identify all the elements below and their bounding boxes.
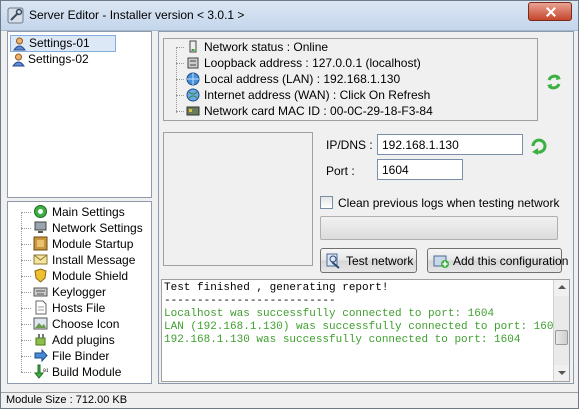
scroll-down-icon[interactable] <box>554 365 569 381</box>
go-arrow-icon[interactable] <box>530 138 547 155</box>
module-main-settings[interactable]: Main Settings <box>21 204 151 220</box>
add-config-icon <box>433 255 449 268</box>
module-keylogger[interactable]: Keylogger <box>21 284 151 300</box>
tools-icon <box>7 7 24 24</box>
status-icon <box>189 40 197 53</box>
globe-icon <box>34 205 47 218</box>
module-tree: Main Settings Network Settings Module St… <box>7 201 152 384</box>
clean-logs-label: Clean previous logs when testing network <box>338 196 560 210</box>
port-input[interactable] <box>377 159 463 180</box>
server-editor-window: Server Editor - Installer version < 3.0.… <box>0 0 579 409</box>
log-output[interactable]: Test finished , generating report! -----… <box>161 279 570 382</box>
wan-row: Internet address (WAN) : Click On Refres… <box>176 88 531 103</box>
file-icon <box>35 300 47 315</box>
ip-label: IP/DNS : <box>326 138 373 152</box>
module-network-settings[interactable]: Network Settings <box>21 220 151 236</box>
log-line: -------------------------- <box>164 295 336 307</box>
client-area: Settings-01 Settings-02 Main Settings Ne… <box>1 31 578 392</box>
user-icon <box>13 37 26 51</box>
module-install-message[interactable]: Install Message <box>21 252 151 268</box>
mac-row: Network card MAC ID : 00-0C-29-18-F3-84 <box>176 104 531 119</box>
window-title: Server Editor - Installer version < 3.0.… <box>29 8 245 22</box>
scroll-thumb[interactable] <box>555 330 568 345</box>
lan-icon <box>186 72 200 86</box>
shield-icon <box>34 268 47 283</box>
status-bar: Module Size : 712.00 KB <box>1 392 578 408</box>
module-add-plugins[interactable]: Add plugins <box>21 332 151 348</box>
module-choose-icon[interactable]: Choose Icon <box>21 316 151 332</box>
module-file-binder[interactable]: File Binder <box>21 348 151 364</box>
configuration-panel: Network status : Online Loopback address… <box>158 31 574 384</box>
loopback-icon <box>187 57 199 69</box>
log-line: 192.168.1.130 was successfully connected… <box>164 334 521 346</box>
lan-row: Local address (LAN) : 192.168.1.130 <box>176 72 531 87</box>
log-line: LAN (192.168.1.130) was successfully con… <box>164 321 561 333</box>
keyboard-icon <box>33 287 48 297</box>
message-icon <box>33 254 48 265</box>
settings-item-01[interactable]: Settings-01 <box>10 35 116 52</box>
settings-item-label: Settings-02 <box>28 52 89 66</box>
network-card-icon <box>186 106 200 116</box>
startup-icon <box>33 236 48 251</box>
binder-icon <box>34 348 48 363</box>
test-progress-bar <box>320 216 558 240</box>
module-shield[interactable]: Module Shield <box>21 268 151 284</box>
add-configuration-button[interactable]: Add this configuration <box>427 248 568 273</box>
module-hosts-file[interactable]: Hosts File <box>21 300 151 316</box>
module-startup[interactable]: Module Startup <box>21 236 151 252</box>
port-label: Port : <box>326 164 355 178</box>
network-test-icon <box>326 253 340 269</box>
svg-text:01: 01 <box>43 368 48 374</box>
scroll-up-icon[interactable] <box>554 280 569 296</box>
refresh-icon[interactable] <box>545 73 563 91</box>
preview-box <box>163 132 313 266</box>
log-scrollbar[interactable] <box>553 280 569 381</box>
test-network-button[interactable]: Test network <box>320 248 417 273</box>
build-icon: 01 <box>33 364 48 379</box>
close-button[interactable] <box>528 2 572 21</box>
loopback-row: Loopback address : 127.0.0.1 (localhost) <box>176 56 531 71</box>
settings-list: Settings-01 Settings-02 <box>7 31 152 198</box>
network-info-tree: Network status : Online Loopback address… <box>163 38 538 121</box>
module-build[interactable]: 01 Build Module <box>21 364 151 380</box>
plugin-icon <box>35 334 46 346</box>
title-bar[interactable]: Server Editor - Installer version < 3.0.… <box>1 1 578 31</box>
network-status-row: Network status : Online <box>176 40 531 55</box>
settings-item-label: Settings-01 <box>29 36 90 50</box>
network-icon <box>34 221 47 233</box>
module-size-text: Module Size : 712.00 KB <box>6 394 128 406</box>
user-icon <box>12 53 25 67</box>
log-line: Test finished , generating report! <box>164 282 389 294</box>
clean-logs-checkbox[interactable] <box>320 196 333 209</box>
ip-dns-input[interactable] <box>377 134 523 155</box>
log-line: Localhost was successfully connected to … <box>164 308 495 320</box>
settings-item-02[interactable]: Settings-02 <box>10 52 116 69</box>
image-icon <box>33 317 48 330</box>
wan-icon <box>186 88 200 102</box>
